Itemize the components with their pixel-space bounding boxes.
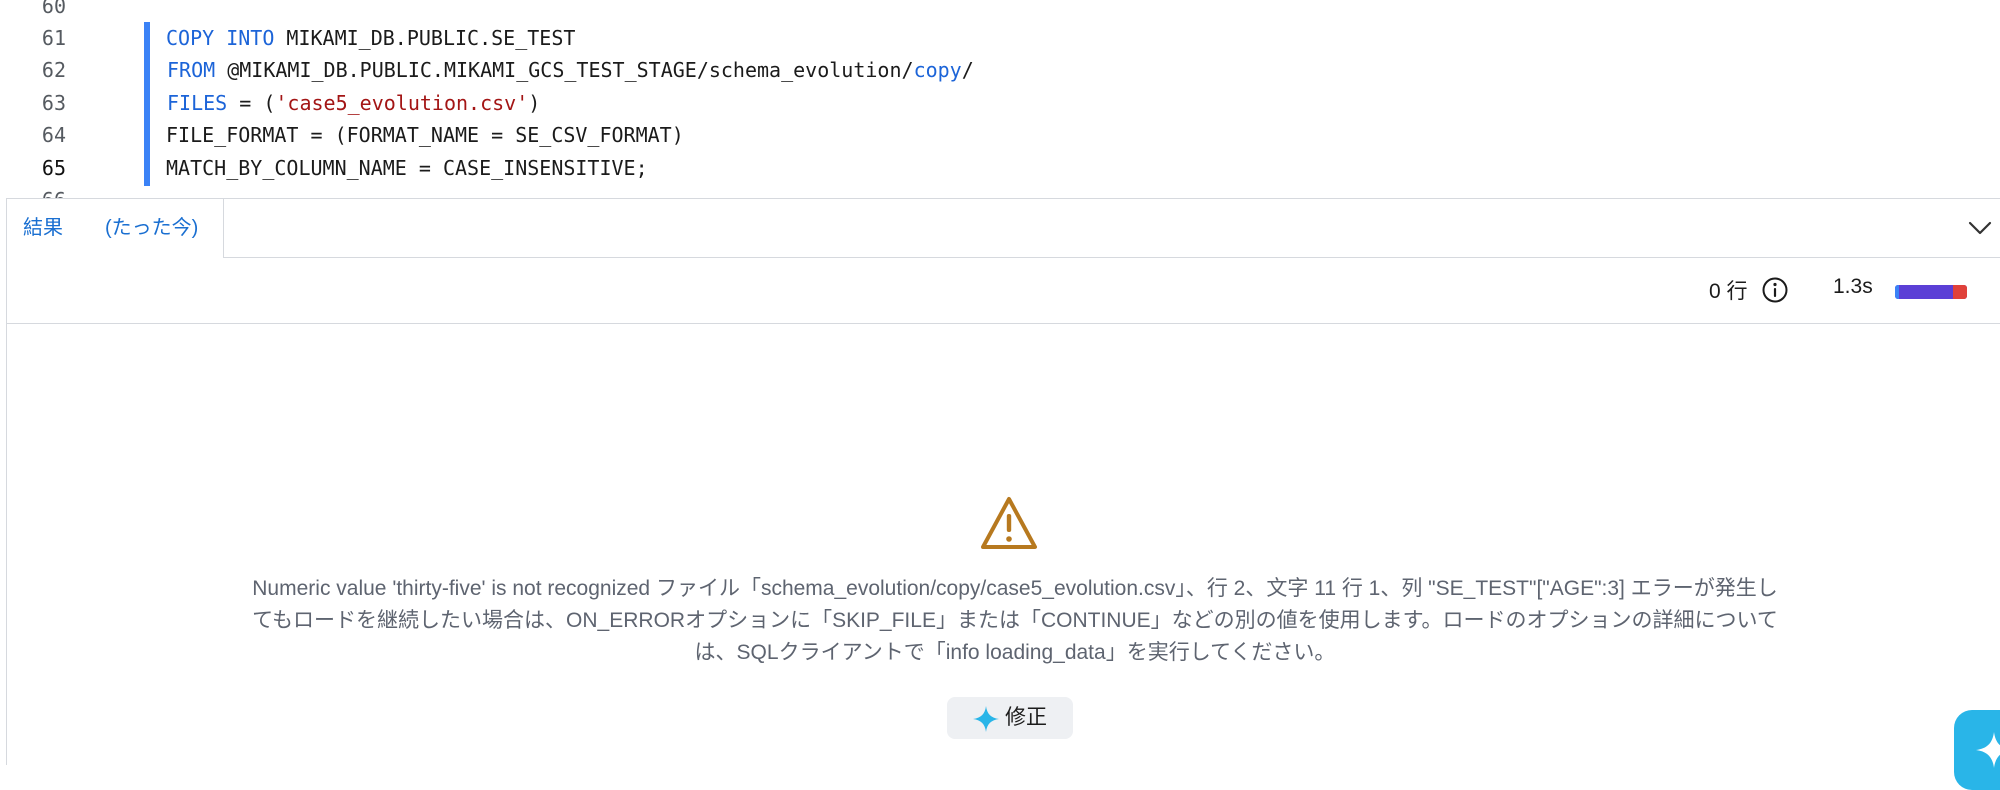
query-duration: 1.3s [1833,275,1873,298]
sql-token: ) [528,91,541,115]
results-statusbar: 0 行 1.3s [7,257,2000,324]
code-line[interactable]: 66 [0,184,2000,198]
sql-keyword: FILES [167,91,228,115]
sql-string: 'case5_evolution.csv' [275,91,529,115]
tab-results[interactable]: 結果 (たった今) [7,199,224,258]
code-line[interactable]: 64 FILE_FORMAT = (FORMAT_NAME = SE_CSV_FO… [0,119,2000,151]
code-text: MATCH_BY_COLUMN_NAME = CASE_INSENSITIVE; [166,152,648,184]
sql-keyword: COPY [166,26,215,50]
sql-token: MIKAMI_DB.PUBLIC.SE_TEST [274,26,576,50]
code-text: COPY INTO MIKAMI_DB.PUBLIC.SE_TEST [166,22,575,54]
code-text: FILES = ('case5_evolution.csv') [167,87,540,119]
ai-sparkle-icon [973,706,999,732]
ai-sparkle-icon [1976,732,2000,768]
fix-button[interactable]: 修正 [947,697,1073,739]
sql-token: MATCH_BY_COLUMN_NAME = CASE_INSENSITIVE; [166,156,648,180]
sql-token: / [961,58,974,82]
timing-segment [1952,285,1967,299]
timing-segment [1899,285,1953,299]
line-number: 65 [41,156,66,180]
code-line[interactable]: 63 FILES = ('case5_evolution.csv') [0,87,2000,119]
line-number: 62 [41,58,66,82]
sql-keyword: INTO [226,26,275,50]
row-count: 0 行 [1709,280,1748,303]
code-line[interactable]: 61 COPY INTO MIKAMI_DB.PUBLIC.SE_TEST [0,22,2000,54]
fix-button-label: 修正 [1005,706,1047,729]
results-tabbar: 結果 (たった今) [7,199,2000,258]
tab-results-label: 結果 [23,217,63,239]
line-number: 64 [41,123,66,147]
error-message: Numeric value 'thirty-five' is not recog… [252,577,1778,664]
sql-keyword: FROM [167,58,216,82]
sql-token: @MIKAMI_DB.PUBLIC.MIKAMI_GCS_TEST_STAGE/… [215,58,914,82]
line-number: 61 [41,26,66,50]
code-text: FROM @MIKAMI_DB.PUBLIC.MIKAMI_GCS_TEST_S… [167,54,974,86]
info-circle-icon[interactable] [1761,276,1789,304]
code-text: FILE_FORMAT = (FORMAT_NAME = SE_CSV_FORM… [166,119,684,151]
sql-editor[interactable]: 60 61 COPY INTO MIKAMI_DB.PUBLIC.SE_TEST 62… [0,0,2000,198]
chevron-down-icon[interactable] [1967,217,1993,239]
code-line[interactable]: 62 FROM @MIKAMI_DB.PUBLIC.MIKAMI_GCS_TEST… [0,54,2000,86]
results-panel: 結果 (たった今) 0 行 1.3s Numeric value 'thirty… [6,198,2000,765]
ai-assistant-button[interactable] [1954,710,2000,790]
query-timing-bar[interactable] [1895,285,1967,299]
line-number: 66 [0,184,66,198]
line-number: 63 [41,91,66,115]
code-line[interactable]: 60 [0,0,2000,22]
code-line[interactable]: 65 MATCH_BY_COLUMN_NAME = CASE_INSENSITIV… [0,152,2000,184]
sql-keyword: copy [913,58,962,82]
warning-triangle-icon [981,497,1037,549]
sql-token: = ( [227,91,276,115]
line-number: 60 [41,0,66,18]
sql-token: FILE_FORMAT = (FORMAT_NAME = SE_CSV_FORM… [166,123,684,147]
tab-results-time: (たった今) [105,217,199,239]
